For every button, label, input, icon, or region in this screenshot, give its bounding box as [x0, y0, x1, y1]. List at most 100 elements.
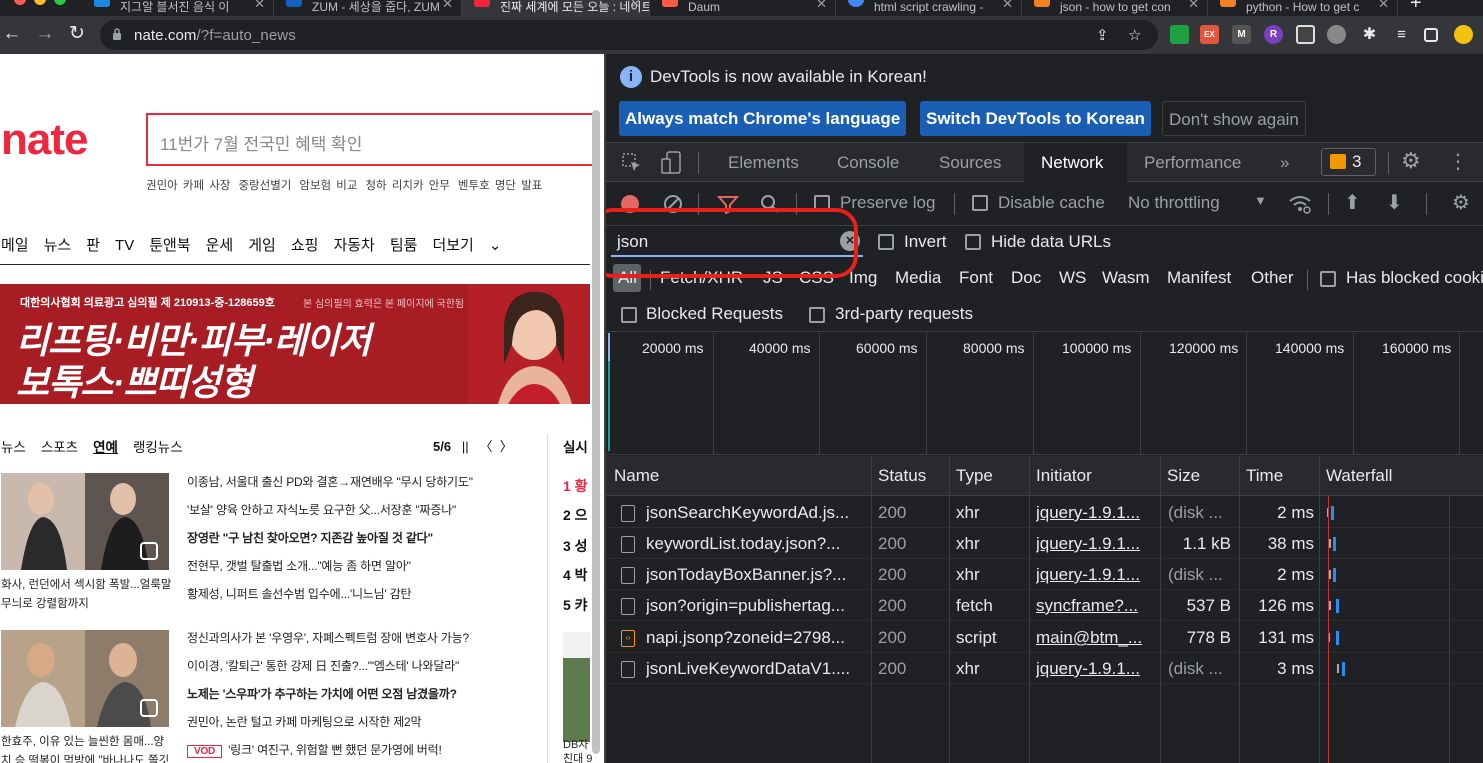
request-row[interactable]: jsonTodayBoxBanner.js?... 200 xhr jquery… [606, 559, 1483, 590]
column-waterfall[interactable]: Waterfall [1326, 466, 1392, 486]
menu-item-shopping[interactable]: 쇼핑 [291, 237, 319, 254]
extension-icon[interactable]: M [1232, 25, 1251, 44]
throttling-select[interactable]: No throttling [1128, 193, 1220, 213]
menu-item-fortune[interactable]: 운세 [206, 237, 234, 254]
extension-icon[interactable]: EX [1200, 25, 1219, 44]
media-queue-icon[interactable]: ≡ [1392, 25, 1411, 44]
extension-icon[interactable] [1296, 25, 1315, 44]
filter-media[interactable]: Media [895, 268, 941, 288]
browser-tab[interactable]: ZUM - 세상을 줍다, ZUM ✕ [274, 0, 462, 16]
rank-item[interactable]: 1 황 [563, 476, 588, 496]
close-window-button[interactable] [14, 0, 26, 5]
browser-tab[interactable]: Daum ✕ [650, 0, 836, 16]
side-caption[interactable]: DB자 친대 9 [563, 738, 593, 763]
menu-item-car[interactable]: 자동차 [333, 237, 374, 254]
gear-icon[interactable]: ⚙ [1401, 148, 1421, 174]
side-panel-icon[interactable] [1424, 28, 1438, 42]
browser-tab-active[interactable]: 진짜 세계에 모든 오늘 : 네이트 ✕ [462, 0, 650, 16]
request-row[interactable]: keywordList.today.json?... 200 xhr jquer… [606, 528, 1483, 559]
menu-item-more[interactable]: 더보기 [432, 237, 473, 254]
extension-icon[interactable]: R [1264, 25, 1283, 44]
request-initiator-link[interactable]: jquery-1.9.1... [1036, 503, 1154, 523]
keyword-link[interactable]: 암보험 비교 [299, 180, 357, 192]
device-toolbar-icon[interactable] [661, 151, 683, 175]
column-size[interactable]: Size [1167, 466, 1200, 486]
browser-tab[interactable]: python - How to get c ✕ [1208, 0, 1398, 16]
keyword-link[interactable]: 청하 리치카 안무 [365, 180, 449, 192]
rank-item[interactable]: 2 으 [563, 505, 588, 525]
hide-data-urls-checkbox[interactable] [965, 234, 981, 250]
rank-item[interactable]: 3 성 [563, 536, 588, 556]
network-settings-icon[interactable]: ⚙ [1452, 190, 1470, 215]
disable-cache-checkbox[interactable] [972, 195, 988, 211]
extension-icon[interactable] [1170, 25, 1189, 44]
headline-link[interactable]: 이이경, '칼퇴근' 통한 강제 日 진출?..."'엠스테' 나와달라" [187, 657, 459, 674]
bookmark-star-icon[interactable]: ☆ [1128, 26, 1141, 44]
request-initiator-link[interactable]: syncframe?... [1036, 596, 1154, 616]
tab-close-icon[interactable]: ✕ [442, 0, 453, 12]
issues-button[interactable]: 3 [1321, 148, 1376, 176]
pause-icon[interactable]: || [462, 439, 469, 454]
tab-close-icon[interactable]: ✕ [630, 0, 641, 12]
dropdown-arrow-icon[interactable]: ▼ [1254, 193, 1267, 208]
request-initiator-link[interactable]: jquery-1.9.1... [1036, 565, 1154, 585]
tab-sources[interactable]: Sources [939, 153, 1001, 173]
filter-manifest[interactable]: Manifest [1167, 268, 1231, 288]
news-thumbnail[interactable] [1, 473, 169, 570]
keyword-link[interactable]: 중랑선별기 [238, 180, 291, 192]
browser-tab[interactable]: 지그알 블서진 음식 이 ✕ [82, 0, 274, 16]
headline-link[interactable]: 권민아, 논란 털고 카페 마케팅으로 시작한 제2막 [187, 713, 422, 730]
tab-elements[interactable]: Elements [728, 153, 799, 173]
tab-ranking[interactable]: 랭킹뉴스 [133, 440, 183, 455]
news-caption[interactable]: 화사, 런던에서 섹시함 폭발...얼룩말 무늬로 강렬함까지 [1, 576, 173, 614]
headline-link[interactable]: 노제는 '스우파'가 추구하는 가치에 어떤 오점 남겼을까? [187, 685, 457, 702]
request-initiator-link[interactable]: jquery-1.9.1... [1036, 659, 1154, 679]
headline-link[interactable]: 전현무, 갯벌 탈출법 소개..."예능 좀 하면 알아" [187, 557, 411, 574]
filter-img[interactable]: Img [849, 268, 877, 288]
filter-font[interactable]: Font [959, 268, 993, 288]
menu-item-tv[interactable]: TV [115, 237, 134, 254]
search-input[interactable]: 11번가 7월 전국민 혜택 확인 [146, 113, 596, 166]
tab-close-icon[interactable]: ✕ [254, 0, 265, 12]
has-blocked-cookies-checkbox[interactable] [1320, 271, 1336, 287]
filter-doc[interactable]: Doc [1011, 268, 1041, 288]
dont-show-again-button[interactable]: Don't show again [1162, 101, 1306, 136]
invert-checkbox[interactable] [878, 234, 894, 250]
menu-item-toon[interactable]: 툰앤북 [149, 237, 190, 254]
profile-avatar[interactable] [1454, 25, 1473, 44]
filter-wasm[interactable]: Wasm [1102, 268, 1150, 288]
request-initiator-link[interactable]: jquery-1.9.1... [1036, 534, 1154, 554]
rank-item[interactable]: 4 박 [563, 565, 588, 585]
more-tabs-button[interactable]: » [1280, 153, 1289, 173]
filter-ws[interactable]: WS [1059, 268, 1086, 288]
keyword-link[interactable]: 권민아 카페 사장 [146, 180, 230, 192]
headline-link[interactable]: '링크' 여진구, 위험할 뻔 했던 문가영에 버럭! [228, 743, 442, 757]
request-row[interactable]: json?origin=publishertag... 200 fetch sy… [606, 590, 1483, 621]
inspect-element-icon[interactable] [622, 153, 642, 173]
match-language-button[interactable]: Always match Chrome's language [619, 101, 907, 136]
minimize-window-button[interactable] [34, 0, 46, 5]
tab-sports[interactable]: 스포츠 [41, 440, 78, 455]
next-icon[interactable]: 〉 [500, 439, 513, 454]
page-scrollbar[interactable] [592, 110, 600, 754]
export-har-icon[interactable]: ⬇ [1386, 190, 1403, 215]
third-party-checkbox[interactable] [809, 307, 825, 323]
puzzle-icon[interactable]: ✱ [1360, 25, 1379, 44]
headline-link[interactable]: 황제성, 니퍼트 솔선수범 입수에...'니느님' 감탄 [187, 585, 412, 602]
tab-performance[interactable]: Performance [1144, 153, 1241, 173]
timeline-overview[interactable]: 20000 ms 40000 ms 60000 ms 80000 ms 1000… [606, 333, 1483, 455]
import-har-icon[interactable]: ⬆ [1344, 190, 1361, 215]
headline-link[interactable]: '보살' 양육 안하고 자식노릇 요구한 父...서장훈 "짜증나" [187, 501, 456, 518]
column-type[interactable]: Type [956, 466, 993, 486]
request-initiator-link[interactable]: main@btm_... [1036, 628, 1154, 648]
menu-item-team[interactable]: 팀룸 [390, 237, 418, 254]
news-caption[interactable]: 한효주, 이유 있는 늘씬한 몸매...양치 승 떡볶이 먹방에 "바나나도 쫄… [1, 733, 173, 763]
browser-tab[interactable]: json - how to get con ✕ [1022, 0, 1208, 16]
tab-network[interactable]: Network [1041, 153, 1103, 173]
menu-item-pann[interactable]: 판 [86, 237, 100, 254]
tab-close-icon[interactable]: ✕ [1188, 0, 1199, 12]
headline-link[interactable]: 장영란 "구 남친 찾아오면? 지존감 높아질 것 같다" [187, 529, 433, 546]
kebab-menu-icon[interactable]: ⋮ [1448, 149, 1468, 174]
menu-item-news[interactable]: 뉴스 [44, 237, 72, 254]
rank-item[interactable]: 5 캬 [563, 595, 588, 615]
